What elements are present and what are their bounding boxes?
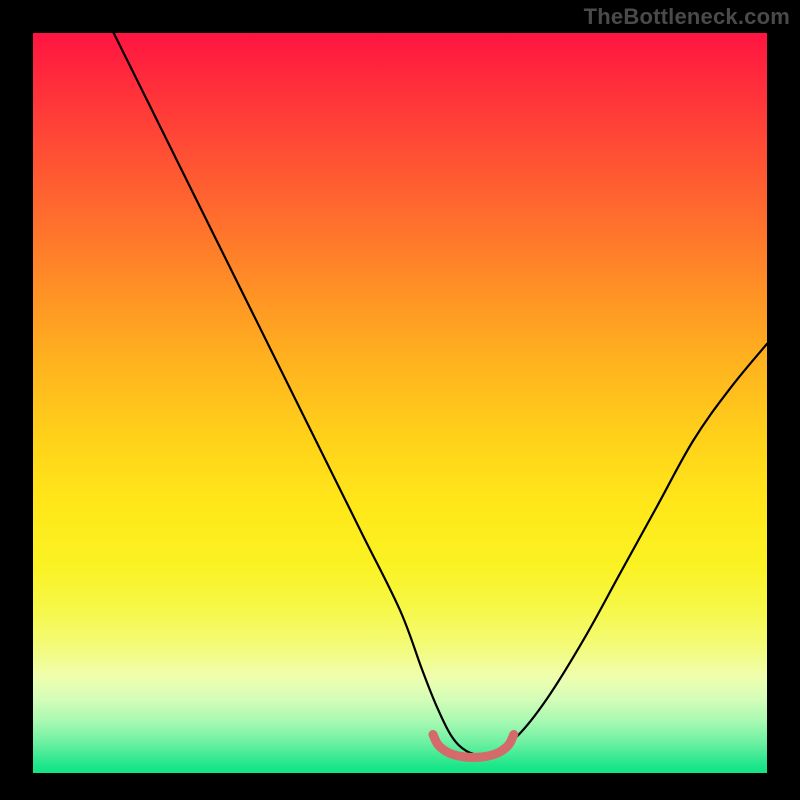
- valley-marker: [433, 735, 514, 758]
- plot-area: [33, 33, 767, 773]
- bottleneck-curve: [114, 33, 767, 755]
- chart-frame: TheBottleneck.com: [0, 0, 800, 800]
- watermark-label: TheBottleneck.com: [584, 4, 790, 30]
- curve-layer: [33, 33, 767, 773]
